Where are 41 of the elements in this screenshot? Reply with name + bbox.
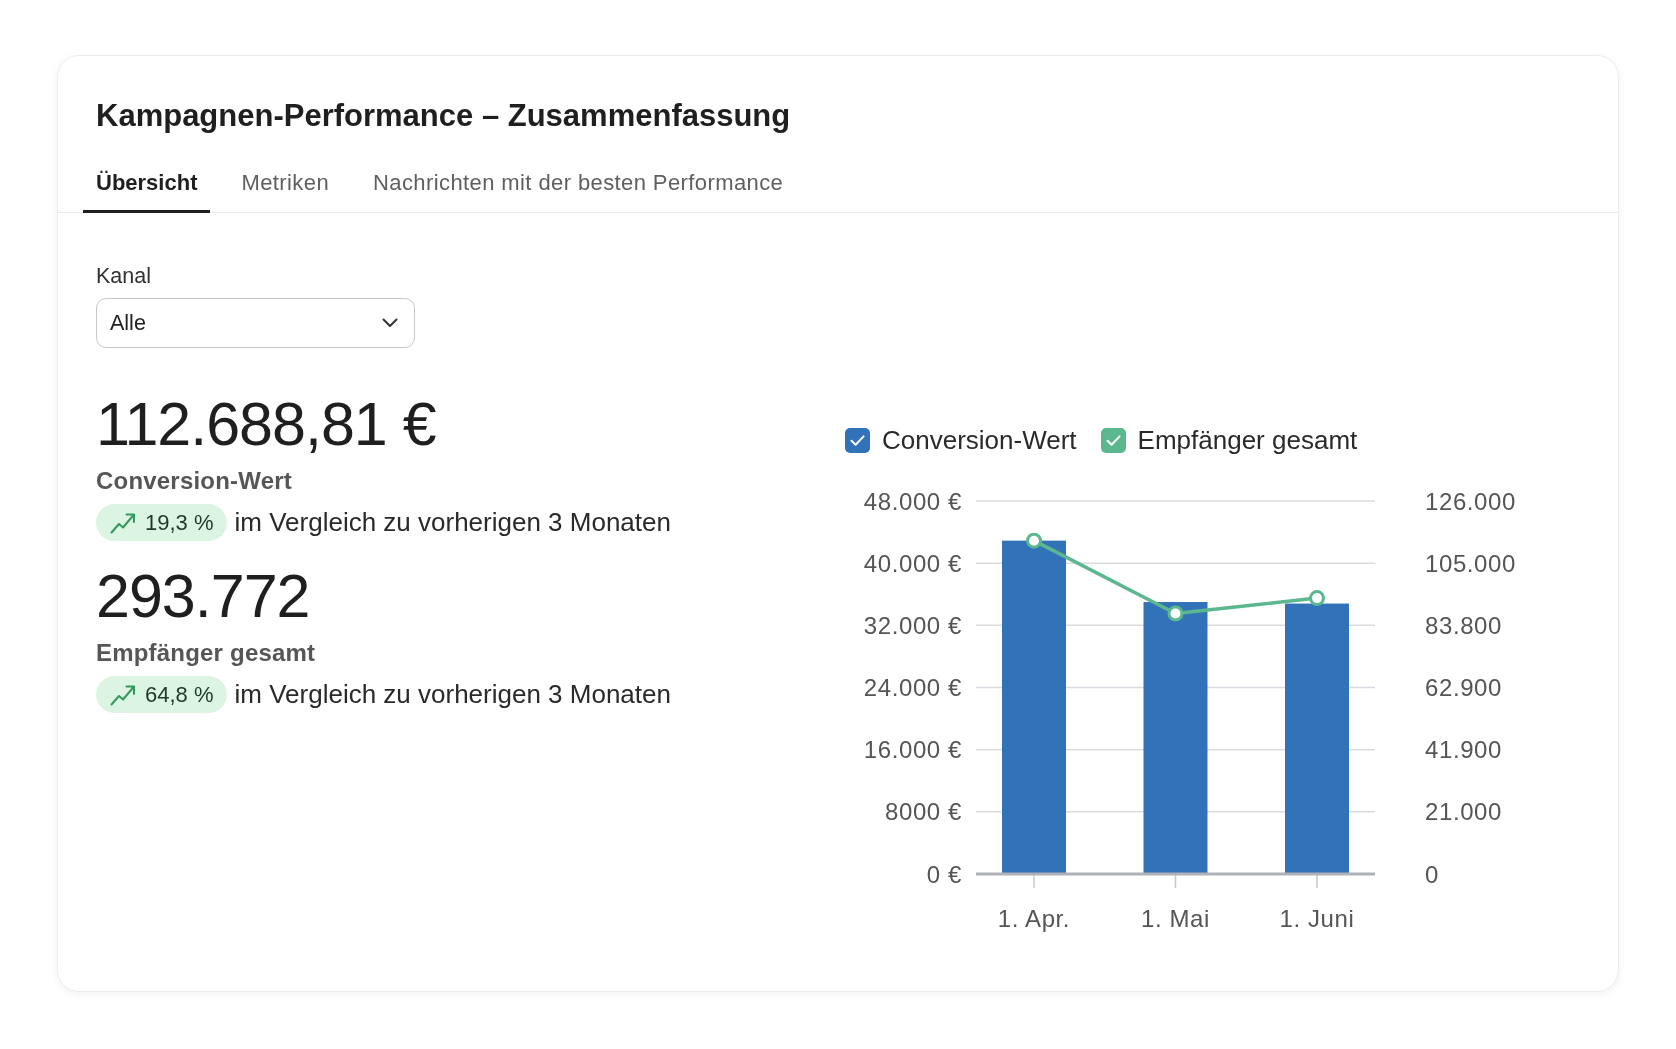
chevron-down-icon xyxy=(382,318,398,328)
metric-label: Conversion-Wert xyxy=(96,467,292,495)
axis-label: 16.000 € xyxy=(863,736,962,764)
tab[interactable]: Nachrichten mit der besten Performance xyxy=(360,160,797,213)
axis-label: 0 xyxy=(1425,860,1439,888)
axis-label: 1. Juni xyxy=(1279,904,1355,932)
tab[interactable]: Metriken xyxy=(228,160,343,213)
axis-label: 126.000 xyxy=(1425,487,1516,515)
axis-label: 1. Apr. xyxy=(997,904,1071,932)
axis-label: 21.000 xyxy=(1425,798,1502,826)
axis-label: 32.000 € xyxy=(863,611,962,639)
axis-label: 48.000 € xyxy=(863,487,962,515)
line-point xyxy=(1309,590,1325,607)
axis-label: 62.900 xyxy=(1425,674,1502,702)
metric-label: Empfänger gesamt xyxy=(96,639,316,667)
axis-label: 83.800 xyxy=(1425,612,1502,640)
checkbox[interactable] xyxy=(845,427,870,453)
change-value: 64,8 % xyxy=(145,681,214,708)
metric-value: 112.688,81 € xyxy=(96,389,436,460)
axis-label: 24.000 € xyxy=(863,674,962,701)
dropdown[interactable]: Alle xyxy=(96,298,415,348)
axis-label: 0 € xyxy=(926,860,962,888)
checkbox[interactable] xyxy=(1100,427,1126,453)
comparison-text: im Vergleich zu vorherigen 3 Monaten xyxy=(234,507,671,538)
comparison-text: im Vergleich zu vorherigen 3 Monaten xyxy=(234,679,671,710)
tab[interactable]: Übersicht xyxy=(83,160,211,213)
metric-value: 293.772 xyxy=(96,561,310,632)
line-point xyxy=(1167,605,1184,622)
line-point xyxy=(1026,532,1042,549)
axis-label: 40.000 € xyxy=(863,549,962,577)
axis-label: 8000 € xyxy=(885,798,962,826)
field-label: Kanal xyxy=(96,264,151,288)
axis-label: 105.000 xyxy=(1425,549,1516,577)
trend-up-icon xyxy=(110,511,136,534)
axis-label: 41.900 xyxy=(1425,736,1502,764)
card-title: Kampagnen-Performance – Zusammenfassung xyxy=(96,99,791,133)
legend-label: Empfänger gesamt xyxy=(1137,426,1358,454)
legend-label: Conversion-Wert xyxy=(882,426,1077,454)
axis-label: 1. Mai xyxy=(1141,904,1210,932)
change-value: 19,3 % xyxy=(145,509,214,536)
trend-up-icon xyxy=(110,683,136,706)
